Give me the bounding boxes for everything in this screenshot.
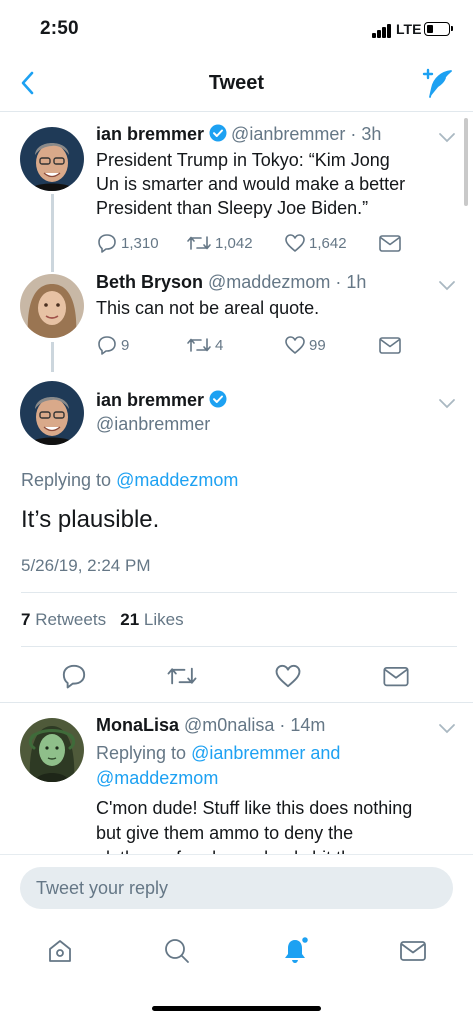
share-envelope-icon (379, 337, 401, 354)
messages-icon (400, 941, 426, 961)
retweet-button[interactable]: 1,042 (186, 232, 253, 254)
retweet-icon (187, 236, 211, 250)
signal-strength-icon (372, 24, 394, 38)
author-name[interactable]: Beth Bryson (96, 272, 203, 292)
like-button[interactable]: 99 (284, 334, 326, 356)
tweet-time: 3h (361, 124, 382, 144)
reply-button[interactable]: 1,310 (96, 232, 159, 254)
share-envelope-icon (379, 235, 401, 252)
reply-icon (98, 336, 116, 355)
tweet-header: Beth Bryson @maddezmom · 1h (96, 272, 367, 292)
reply-count: 1,310 (121, 234, 159, 252)
replying-to-continued: @maddezmom (96, 766, 218, 791)
retweet-button[interactable]: 4 (186, 334, 223, 356)
tweet-time: 1h (346, 272, 367, 292)
share-button[interactable] (382, 662, 410, 690)
heart-icon (275, 664, 301, 688)
avatar[interactable] (20, 274, 84, 338)
like-count: 1,642 (309, 234, 347, 252)
nav-bar: Tweet (0, 56, 473, 112)
engagement-stats: 7 Retweets 21 Likes (21, 610, 184, 630)
retweet-button[interactable] (166, 662, 197, 690)
chevron-down-icon[interactable] (438, 723, 456, 735)
tab-search[interactable] (162, 936, 192, 966)
tweet-actions: 1,310 1,042 1,642 (96, 232, 406, 256)
network-label: LTE (396, 21, 422, 37)
divider (0, 702, 473, 703)
compose-tweet-icon (422, 68, 452, 98)
like-button[interactable]: 1,642 (284, 232, 347, 254)
page-title: Tweet (208, 72, 265, 94)
heart-icon (285, 234, 305, 252)
scroll-indicator[interactable] (464, 118, 468, 206)
verified-badge-icon (209, 390, 227, 408)
avatar[interactable] (20, 381, 84, 445)
retweet-icon (187, 338, 211, 352)
heart-icon (285, 336, 305, 354)
tab-messages[interactable] (398, 936, 428, 966)
notifications-icon (285, 935, 310, 963)
tweet-header: MonaLisa @m0nalisa · 14m (96, 715, 326, 735)
focus-actions (0, 662, 473, 692)
author-name[interactable]: ian bremmer (96, 390, 231, 411)
reply-count: 9 (121, 336, 130, 354)
share-button[interactable] (378, 232, 405, 254)
tab-notifications[interactable] (280, 935, 310, 966)
tweet-actions: 9 4 99 (96, 334, 406, 358)
thread-line (51, 342, 54, 372)
like-count: 99 (309, 336, 326, 354)
mention-link[interactable]: @ianbremmer (191, 743, 305, 763)
author-name[interactable]: MonaLisa (96, 715, 179, 735)
battery-fill (427, 25, 433, 33)
home-indicator[interactable] (152, 1006, 321, 1011)
status-bar: 2:50 LTE (0, 0, 473, 56)
status-time: 2:50 (40, 18, 79, 39)
reply-icon (98, 234, 116, 253)
likes-stat[interactable]: 21 Likes (120, 610, 183, 629)
share-envelope-icon (383, 666, 409, 687)
chevron-down-icon[interactable] (438, 132, 456, 144)
tab-home[interactable] (45, 936, 75, 966)
author-handle[interactable]: @ianbremmer (96, 414, 210, 435)
search-icon (165, 939, 189, 963)
reply-icon (62, 664, 86, 689)
mention-link[interactable]: @maddezmom (96, 768, 218, 788)
author-handle[interactable]: @m0nalisa (184, 715, 274, 735)
tweet-text: President Trump in Tokyo: “Kim Jong Un i… (96, 150, 406, 218)
compose-tweet-button[interactable] (420, 66, 454, 100)
divider (21, 592, 457, 593)
share-button[interactable] (378, 334, 405, 356)
tweet-header: ian bremmer @ianbremmer · 3h (96, 124, 382, 144)
author-handle[interactable]: @ianbremmer (231, 124, 345, 144)
reply-button[interactable]: 9 (96, 334, 129, 356)
verified-badge-icon (209, 124, 227, 142)
tweet-text: This can not be areal quote. (96, 298, 320, 318)
battery-icon (424, 22, 453, 36)
like-button[interactable] (274, 662, 302, 690)
reply-button[interactable] (60, 662, 88, 690)
divider (21, 646, 457, 647)
author-handle[interactable]: @maddezmom (208, 272, 330, 292)
tweet-timestamp: 5/26/19, 2:24 PM (21, 556, 151, 575)
retweet-count: 1,042 (215, 234, 253, 252)
home-icon (49, 940, 71, 962)
author-name[interactable]: ian bremmer (96, 124, 204, 144)
retweets-stat[interactable]: 7 Retweets (21, 610, 106, 629)
tweet-text: It’s plausible. (21, 506, 160, 533)
avatar[interactable] (20, 127, 84, 191)
replying-to: Replying to @ianbremmer and (96, 743, 341, 763)
avatar[interactable] (20, 718, 84, 782)
retweet-icon (167, 667, 197, 685)
replying-to: Replying to @maddezmom (21, 470, 239, 490)
reply-input[interactable] (20, 867, 453, 909)
chevron-down-icon[interactable] (438, 280, 456, 292)
tweet-time: 14m (290, 715, 326, 735)
thread-line (51, 194, 54, 272)
reply-bar (0, 854, 473, 920)
retweet-count: 4 (215, 336, 224, 354)
chevron-down-icon[interactable] (438, 398, 456, 410)
mention-link[interactable]: @maddezmom (116, 470, 238, 490)
